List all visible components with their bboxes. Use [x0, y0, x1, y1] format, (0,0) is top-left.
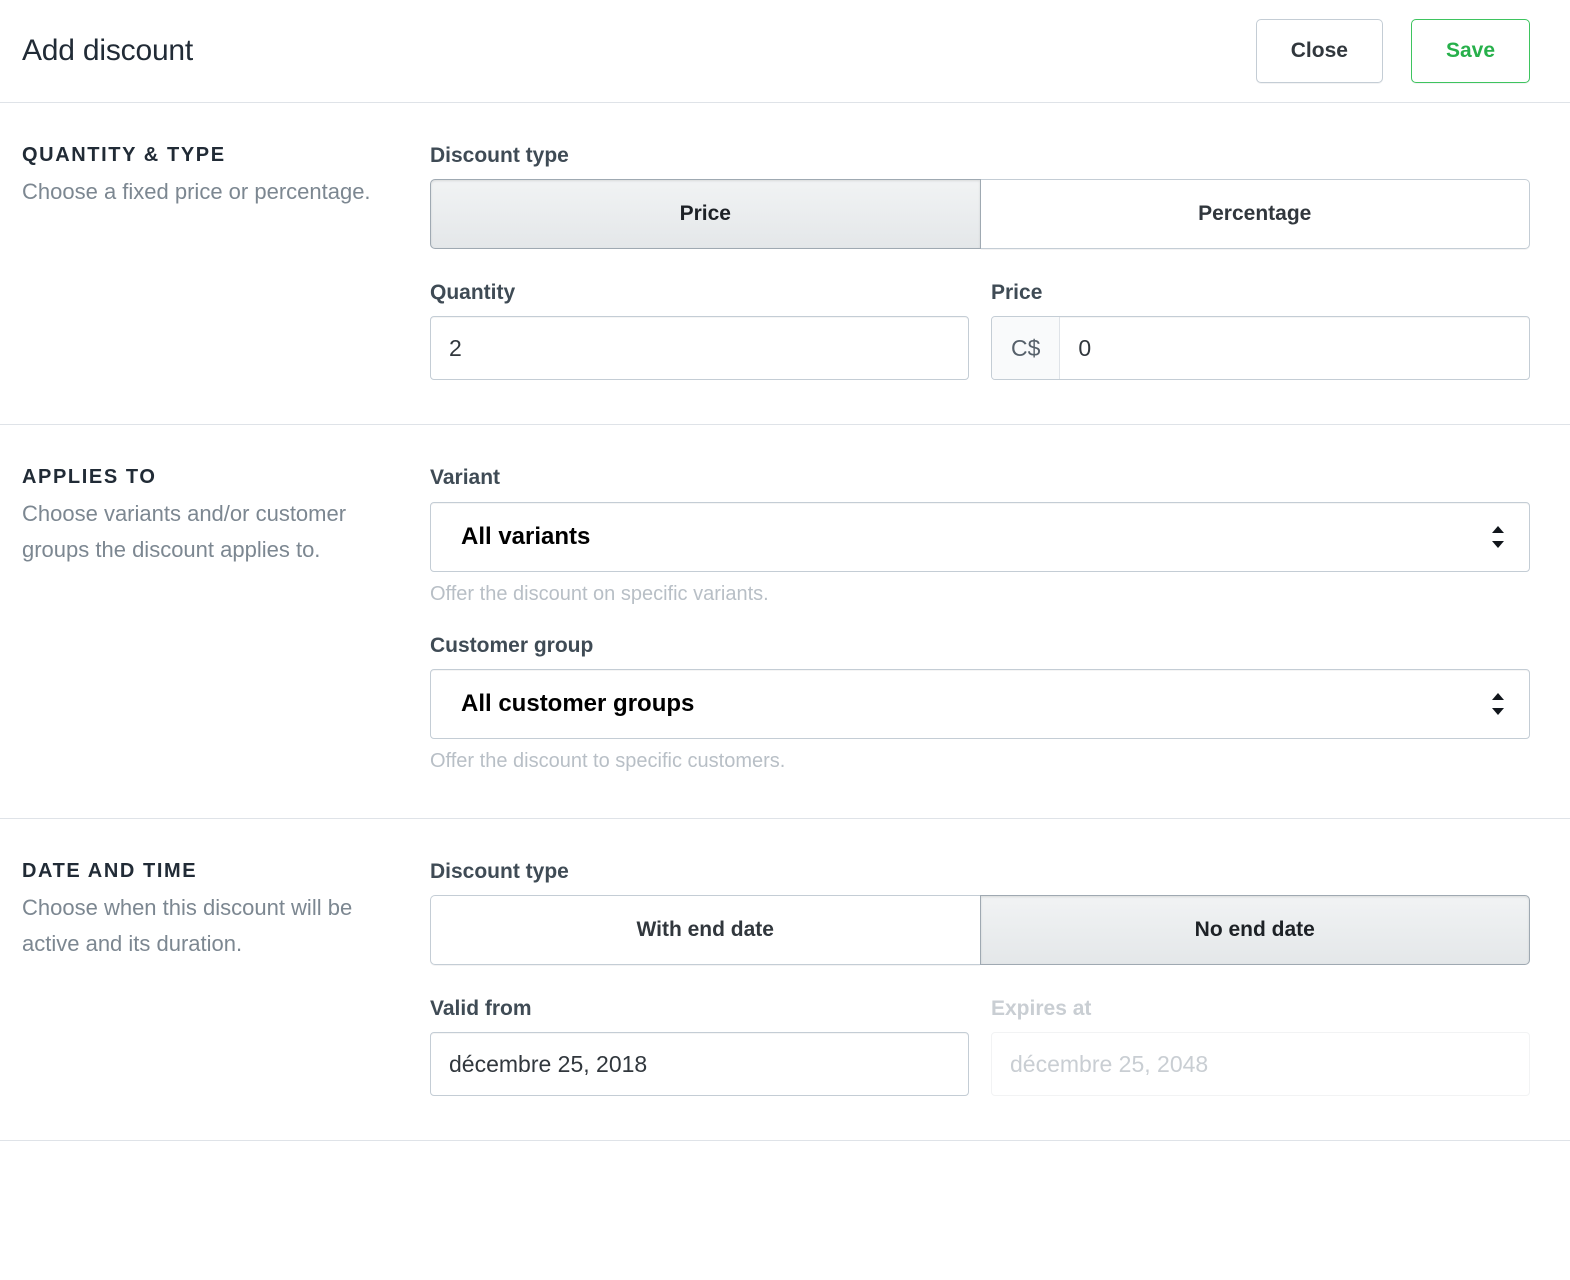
section-applies-to-main: Variant All variants Offer the discount … [430, 465, 1530, 773]
save-button[interactable]: Save [1410, 19, 1530, 83]
section-quantity-and-type: QUANTITY & TYPE Choose a fixed price or … [0, 103, 1570, 426]
section-quantity-main: Discount type Price Percentage Quantity … [430, 143, 1530, 381]
section-date-aside: DATE AND TIME Choose when this discount … [22, 859, 430, 1096]
section-quantity-heading: QUANTITY & TYPE [22, 144, 226, 166]
page-title: Add discount [22, 34, 194, 67]
price-label: Price [991, 281, 1043, 305]
section-applies-to-description: Choose variants and/or customer groups t… [22, 501, 347, 563]
quantity-price-row: Quantity Price C$ [430, 280, 1530, 381]
segment-percentage[interactable]: Percentage [980, 179, 1530, 250]
segment-price[interactable]: Price [430, 179, 981, 250]
discount-type-label: Discount type [430, 144, 569, 167]
customer-group-label: Customer group [430, 633, 594, 657]
variant-label: Variant [430, 466, 501, 490]
valid-from-field-group: Valid from [430, 996, 969, 1097]
quantity-label: Quantity [430, 281, 516, 305]
date-discount-type-label: Discount type [430, 859, 569, 883]
price-input-group[interactable]: C$ [991, 316, 1530, 381]
segment-no-end-date[interactable]: No end date [979, 894, 1530, 965]
close-button[interactable]: Close [1255, 19, 1383, 83]
customer-group-select[interactable]: All customer groups [430, 668, 1530, 739]
currency-prefix: C$ [992, 317, 1061, 380]
discount-type-segmented-control[interactable]: Price Percentage [430, 179, 1530, 250]
expires-at-input [991, 1032, 1530, 1097]
section-quantity-aside: QUANTITY & TYPE Choose a fixed price or … [22, 143, 430, 380]
section-quantity-description: Choose a fixed price or percentage. [22, 179, 371, 204]
quantity-input[interactable] [430, 316, 969, 381]
valid-from-label: Valid from [430, 996, 532, 1020]
section-applies-to-heading: APPLIES TO [22, 466, 157, 489]
expires-at-label: Expires at [991, 996, 1092, 1020]
valid-from-input[interactable] [430, 1032, 969, 1097]
price-input[interactable] [1060, 317, 1529, 380]
segment-with-end-date[interactable]: With end date [430, 894, 980, 965]
section-date-description: Choose when this discount will be active… [22, 894, 353, 956]
price-field-group: Price C$ [991, 280, 1530, 381]
quantity-field-group: Quantity [430, 280, 969, 381]
customer-group-help-text: Offer the discount to specific customers… [430, 749, 786, 772]
variant-select-wrap[interactable]: All variants [430, 501, 1530, 572]
section-applies-to: APPLIES TO Choose variants and/or custom… [0, 425, 1570, 819]
customer-group-select-wrap[interactable]: All customer groups [430, 668, 1530, 739]
section-date-main: Discount type With end date No end date … [430, 859, 1530, 1097]
header-actions: Close Save [1255, 19, 1530, 83]
expires-at-field-group: Expires at [991, 996, 1530, 1097]
variant-help-text: Offer the discount on specific variants. [430, 582, 769, 605]
date-fields-row: Valid from Expires at [430, 996, 1530, 1097]
variant-select[interactable]: All variants [430, 501, 1530, 572]
section-applies-to-aside: APPLIES TO Choose variants and/or custom… [22, 465, 430, 773]
modal-header: Add discount Close Save [0, 0, 1570, 103]
section-date-heading: DATE AND TIME [22, 859, 198, 882]
section-date-and-time: DATE AND TIME Choose when this discount … [0, 819, 1570, 1142]
end-date-segmented-control[interactable]: With end date No end date [430, 894, 1530, 965]
